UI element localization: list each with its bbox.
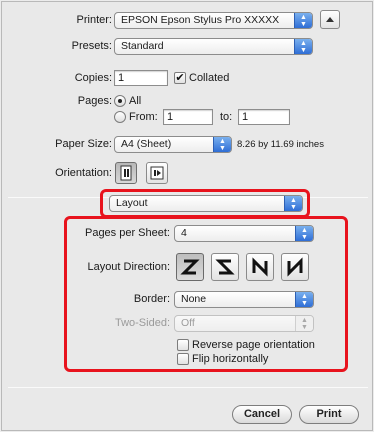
pages-all-label: All: [129, 95, 142, 107]
paper-dimensions: 8.26 by 11.69 inches: [237, 139, 324, 150]
pages-from-field[interactable]: 1: [163, 109, 213, 125]
presets-value: Standard: [121, 40, 164, 52]
cancel-button[interactable]: Cancel: [232, 405, 292, 424]
pages-to-field[interactable]: 1: [238, 109, 290, 125]
layout-section-highlight: [64, 216, 348, 372]
popup-arrows-icon: ▲ ▼: [294, 39, 312, 54]
copies-label: Copies:: [74, 72, 112, 84]
collated-checkbox[interactable]: ✔: [174, 72, 186, 84]
disclosure-triangle-icon: [326, 17, 334, 22]
portrait-icon: [120, 165, 132, 181]
panel-select-highlight: [100, 189, 310, 218]
paper-size-value: A4 (Sheet): [121, 138, 172, 150]
presets-select[interactable]: Standard ▲ ▼: [114, 38, 313, 55]
print-button[interactable]: Print: [299, 405, 359, 424]
paper-size-select[interactable]: A4 (Sheet) ▲ ▼: [114, 136, 232, 153]
paper-size-label: Paper Size:: [55, 138, 112, 150]
separator: [8, 387, 368, 388]
pages-to-label: to:: [220, 111, 233, 123]
collated-label: Collated: [189, 72, 230, 84]
landscape-icon: [150, 166, 164, 180]
printer-select[interactable]: EPSON Epson Stylus Pro XXXXX ▲ ▼: [114, 12, 313, 29]
pages-all-radio[interactable]: [114, 95, 126, 107]
pages-label: Pages:: [77, 95, 112, 107]
landscape-orientation-button[interactable]: [146, 162, 168, 184]
printer-value: EPSON Epson Stylus Pro XXXXX: [121, 14, 280, 26]
orientation-label: Orientation:: [55, 167, 112, 179]
print-dialog: Printer: EPSON Epson Stylus Pro XXXXX ▲ ▼…: [1, 1, 373, 431]
portrait-orientation-button[interactable]: [115, 162, 137, 184]
popup-arrows-icon: ▲ ▼: [213, 137, 231, 152]
copies-field[interactable]: 1: [114, 70, 168, 86]
pages-from-radio[interactable]: [114, 111, 126, 123]
printer-label: Printer:: [76, 14, 112, 26]
popup-arrows-icon: ▲ ▼: [294, 13, 312, 28]
expand-details-button[interactable]: [320, 10, 340, 29]
pages-from-label: From:: [129, 111, 158, 123]
presets-label: Presets:: [71, 40, 112, 52]
